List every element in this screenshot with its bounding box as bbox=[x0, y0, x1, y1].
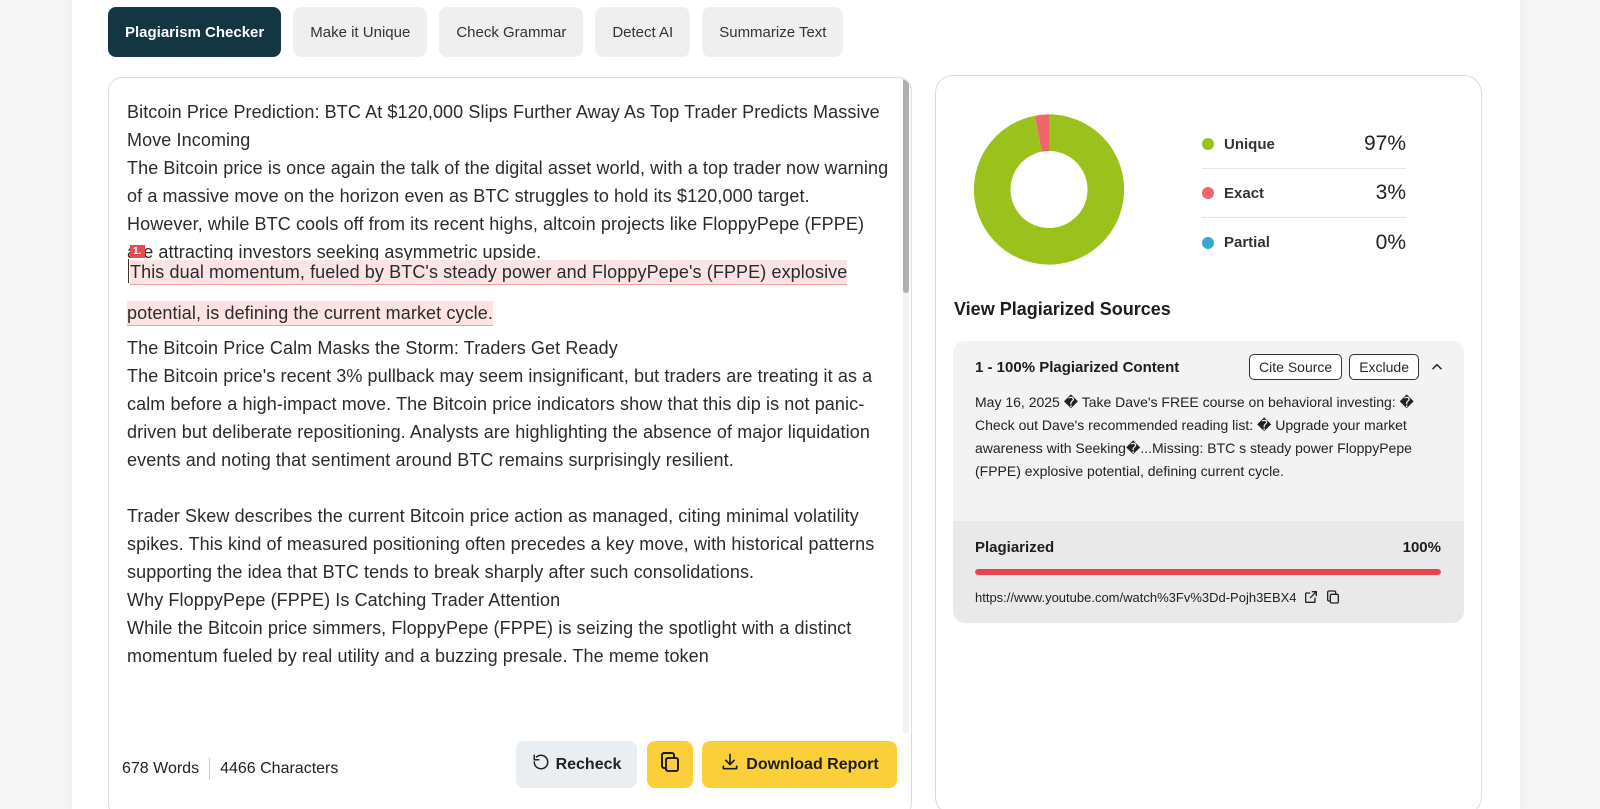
similarity-legend: Unique 97% Exact 3% Partial 0% bbox=[1202, 120, 1406, 267]
tab-detect-ai[interactable]: Detect AI bbox=[595, 7, 691, 57]
paragraph-1: The Bitcoin price is once again the talk… bbox=[127, 154, 889, 266]
donut-slice-unique bbox=[973, 114, 1125, 265]
article-title: Bitcoin Price Prediction: BTC At $120,00… bbox=[127, 102, 880, 150]
plagiarized-row: Plagiarized 100% bbox=[975, 539, 1441, 556]
chevron-up-icon[interactable] bbox=[1429, 359, 1445, 375]
checker-card: Plagiarism Checker Make it Unique Check … bbox=[72, 0, 1520, 809]
text-counts: 678 Words 4466 Characters bbox=[122, 758, 338, 780]
unique-dot-icon bbox=[1202, 138, 1214, 150]
download-icon bbox=[720, 752, 740, 777]
heading-3: Why FloppyPepe (FPPE) Is Catching Trader… bbox=[127, 590, 561, 610]
paragraph-1-text: The Bitcoin price is once again the talk… bbox=[127, 158, 889, 262]
paragraph-2: The Bitcoin price's recent 3% pullback m… bbox=[127, 366, 873, 470]
text-editor-panel: Bitcoin Price Prediction: BTC At $120,00… bbox=[108, 77, 912, 809]
copy-icon bbox=[658, 750, 682, 779]
recheck-label: Recheck bbox=[555, 755, 622, 773]
highlight-marker: 1. bbox=[130, 245, 145, 258]
external-link-icon[interactable] bbox=[1303, 589, 1319, 605]
copy-url-icon[interactable] bbox=[1325, 589, 1341, 605]
highlight-text: This dual momentum, fueled by BTC's stea… bbox=[127, 262, 848, 323]
paragraph-3: Trader Skew describes the current Bitcoi… bbox=[127, 506, 875, 582]
heading-2: The Bitcoin Price Calm Masks the Storm: … bbox=[127, 338, 618, 358]
legend-value-unique: 97% bbox=[1363, 132, 1406, 155]
cite-source-button[interactable]: Cite Source bbox=[1249, 354, 1343, 380]
similarity-donut-chart bbox=[973, 114, 1125, 265]
tab-check-grammar[interactable]: Check Grammar bbox=[439, 7, 584, 57]
legend-row-partial: Partial 0% bbox=[1202, 218, 1406, 267]
exclude-button[interactable]: Exclude bbox=[1349, 354, 1419, 380]
plagiarized-highlight[interactable]: 1. This dual momentum, fueled by BTC's st… bbox=[127, 245, 848, 326]
partial-dot-icon bbox=[1202, 236, 1214, 249]
legend-row-exact: Exact 3% bbox=[1202, 169, 1406, 218]
text-editor[interactable]: Bitcoin Price Prediction: BTC At $120,00… bbox=[127, 98, 889, 730]
refresh-icon bbox=[532, 753, 550, 776]
source-header: 1 - 100% Plagiarized Content Cite Source… bbox=[975, 353, 1445, 381]
recheck-button[interactable]: Recheck bbox=[516, 741, 637, 788]
exact-dot-icon bbox=[1202, 187, 1214, 199]
editor-scrollbar[interactable] bbox=[903, 78, 909, 733]
legend-label-unique: Unique bbox=[1224, 135, 1275, 153]
source-match-summary: Plagiarized 100% https://www.youtube.com… bbox=[953, 521, 1464, 623]
paragraph-4: While the Bitcoin price simmers, FloppyP… bbox=[127, 618, 852, 666]
editor-footer: 678 Words 4466 Characters Recheck Downlo… bbox=[109, 733, 911, 809]
source-url-row: https://www.youtube.com/watch%3Fv%3Dd-Po… bbox=[975, 589, 1341, 605]
results-panel: Unique 97% Exact 3% Partial 0% View Plag… bbox=[935, 75, 1482, 809]
character-count: 4466 Characters bbox=[220, 760, 339, 777]
plagiarized-label: Plagiarized bbox=[975, 539, 1055, 556]
tool-tabs: Plagiarism Checker Make it Unique Check … bbox=[108, 7, 844, 57]
copy-text-button[interactable] bbox=[647, 741, 693, 788]
text-cursor bbox=[128, 259, 129, 283]
source-url[interactable]: https://www.youtube.com/watch%3Fv%3Dd-Po… bbox=[975, 590, 1297, 605]
plagiarized-value: 100% bbox=[1402, 539, 1441, 556]
sources-title: View Plagiarized Sources bbox=[954, 299, 1171, 319]
paragraph-1-continued: 1. This dual momentum, fueled by BTC's st… bbox=[127, 245, 889, 334]
tab-plagiarism-checker[interactable]: Plagiarism Checker bbox=[108, 7, 282, 57]
legend-value-partial: 0% bbox=[1375, 230, 1406, 254]
legend-label-exact: Exact bbox=[1224, 184, 1265, 202]
plagiarized-progress-bar bbox=[975, 569, 1441, 575]
plagiarized-progress-fill bbox=[975, 569, 1441, 575]
source-card: 1 - 100% Plagiarized Content Cite Source… bbox=[953, 341, 1464, 623]
word-count: 678 Words bbox=[122, 760, 200, 777]
legend-value-exact: 3% bbox=[1375, 181, 1406, 204]
source-header-title: 1 - 100% Plagiarized Content bbox=[975, 358, 1180, 376]
count-divider bbox=[209, 758, 211, 780]
legend-label-partial: Partial bbox=[1224, 234, 1270, 251]
download-report-label: Download Report bbox=[746, 755, 879, 773]
tab-summarize-text[interactable]: Summarize Text bbox=[702, 7, 844, 57]
download-report-button[interactable]: Download Report bbox=[702, 741, 897, 788]
source-snippet: May 16, 2025 � Take Dave's FREE course o… bbox=[975, 394, 1414, 479]
legend-row-unique: Unique 97% bbox=[1202, 120, 1406, 169]
editor-scrollbar-thumb[interactable] bbox=[903, 78, 909, 293]
tab-make-it-unique[interactable]: Make it Unique bbox=[293, 7, 428, 57]
